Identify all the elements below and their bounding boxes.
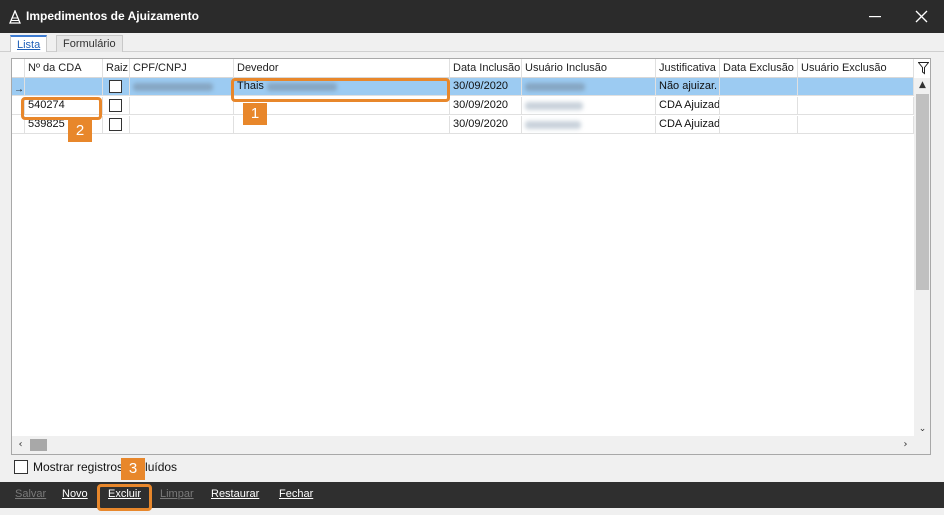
redacted-cpf-cnpj [133, 83, 213, 91]
row-indicator-header [12, 59, 25, 78]
column-header-data-exclusao[interactable]: Data Exclusão [720, 59, 798, 78]
clear-button[interactable]: Limpar [160, 488, 194, 500]
column-header-cda[interactable]: Nº da CDA [25, 59, 103, 78]
cell-data-exclusao[interactable] [720, 97, 798, 115]
cell-data-inclusao[interactable]: 30/09/2020 [450, 78, 522, 96]
column-header-devedor[interactable]: Devedor [234, 59, 450, 78]
vertical-scrollbar[interactable]: ▲ ⌄ [914, 78, 930, 436]
restore-button[interactable]: Restaurar [211, 488, 259, 500]
close-button[interactable] [898, 0, 944, 33]
table-row[interactable]: → Thais 30/09/2020 Não ajuizar. [12, 78, 914, 96]
step-badge-2: 2 [68, 120, 92, 142]
close-icon [915, 10, 927, 23]
cell-data-exclusao[interactable] [720, 116, 798, 134]
highlight-excluir-button [97, 484, 152, 511]
cell-usuario-inclusao[interactable] [522, 116, 656, 134]
cell-cda[interactable] [25, 78, 103, 96]
column-header-justificativa[interactable]: Justificativa [656, 59, 720, 78]
scroll-right-icon[interactable]: › [897, 436, 914, 454]
raiz-checkbox[interactable] [109, 80, 122, 93]
cell-usuario-exclusao[interactable] [798, 97, 914, 115]
close-form-button[interactable]: Fechar [279, 488, 313, 500]
tab-lista-label: Lista [17, 39, 41, 51]
title-bar: Impedimentos de Ajuizamento [0, 0, 944, 33]
redacted-usuario [525, 83, 585, 91]
minimize-icon [869, 15, 881, 17]
horizontal-scroll-thumb[interactable] [30, 439, 47, 451]
show-deleted-label: Mostrar registros excluídos [33, 460, 178, 474]
step-badge-3: 3 [121, 458, 145, 480]
current-row-arrow-icon: → [14, 84, 24, 95]
cell-cpf-cnpj[interactable] [130, 97, 234, 115]
redacted-usuario [525, 121, 581, 129]
column-header-raiz[interactable]: Raiz [103, 59, 130, 78]
new-button[interactable]: Novo [62, 488, 88, 500]
cell-raiz[interactable] [103, 78, 130, 96]
minimize-button[interactable] [852, 0, 898, 33]
cell-cpf-cnpj[interactable] [130, 78, 234, 96]
cell-justificativa[interactable]: CDA Ajuizad [656, 116, 720, 134]
cell-raiz[interactable] [103, 116, 130, 134]
cell-justificativa[interactable]: Não ajuizar. [656, 78, 720, 96]
grid-header: Nº da CDA Raiz CPF/CNPJ Devedor Data Inc… [12, 59, 914, 78]
cell-data-exclusao[interactable] [720, 78, 798, 96]
tab-lista[interactable]: Lista [10, 35, 48, 53]
scrollbar-corner [914, 436, 930, 454]
cell-usuario-inclusao[interactable] [522, 97, 656, 115]
column-header-usuario-exclusao[interactable]: Usuário Exclusão [798, 59, 914, 78]
scroll-left-icon[interactable]: ‹ [12, 436, 29, 454]
cell-usuario-exclusao[interactable] [798, 116, 914, 134]
row-indicator: → [12, 78, 25, 96]
save-button[interactable]: Salvar [15, 488, 46, 500]
column-header-cpf-cnpj[interactable]: CPF/CNPJ [130, 59, 234, 78]
horizontal-scrollbar[interactable]: ‹ › [12, 436, 914, 454]
table-row[interactable]: 540274 30/09/2020 CDA Ajuizad [12, 97, 914, 115]
cell-usuario-exclusao[interactable] [798, 78, 914, 96]
show-deleted-checkbox[interactable] [14, 460, 28, 474]
raiz-checkbox[interactable] [109, 118, 122, 131]
cell-raiz[interactable] [103, 97, 130, 115]
tab-strip: Lista Formulário [0, 33, 944, 53]
highlight-cda-cell [21, 97, 102, 120]
tab-formulario-label: Formulário [63, 38, 116, 50]
cell-usuario-inclusao[interactable] [522, 78, 656, 96]
window-title: Impedimentos de Ajuizamento [26, 9, 199, 23]
tab-formulario[interactable]: Formulário [56, 35, 123, 52]
cell-data-inclusao[interactable]: 30/09/2020 [450, 97, 522, 115]
column-header-usuario-inclusao[interactable]: Usuário Inclusão [522, 59, 656, 78]
content-panel: Nº da CDA Raiz CPF/CNPJ Devedor Data Inc… [0, 52, 944, 482]
scroll-down-icon[interactable]: ⌄ [914, 422, 930, 436]
filter-icon[interactable] [918, 62, 929, 75]
redacted-usuario [525, 102, 583, 110]
cell-cpf-cnpj[interactable] [130, 116, 234, 134]
vertical-scroll-thumb[interactable] [916, 94, 929, 290]
column-header-data-inclusao[interactable]: Data Inclusão [450, 59, 522, 78]
cell-data-inclusao[interactable]: 30/09/2020 [450, 116, 522, 134]
table-row[interactable]: 539825 30/09/2020 CDA Ajuizad [12, 116, 914, 134]
step-badge-1: 1 [243, 103, 267, 125]
cell-justificativa[interactable]: CDA Ajuizad [656, 97, 720, 115]
data-grid: Nº da CDA Raiz CPF/CNPJ Devedor Data Inc… [11, 58, 931, 455]
app-logo-icon [9, 10, 21, 24]
scroll-up-icon[interactable]: ▲ [914, 78, 930, 92]
raiz-checkbox[interactable] [109, 99, 122, 112]
highlight-devedor-cell [231, 78, 450, 102]
